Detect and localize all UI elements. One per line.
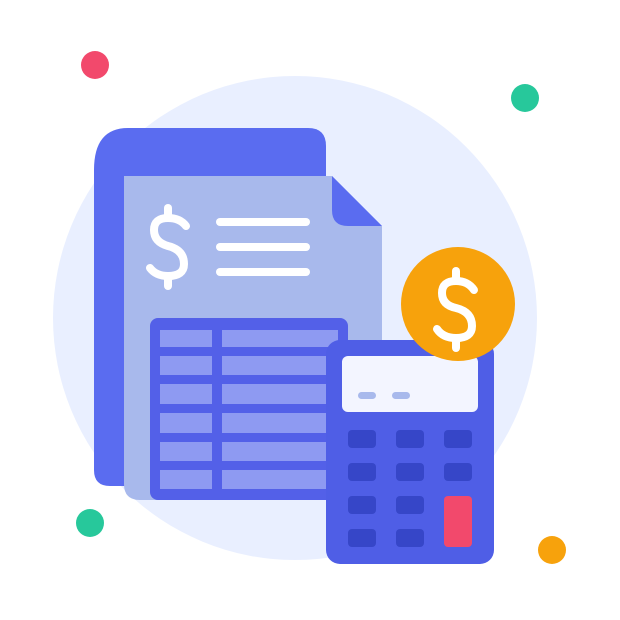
decor-dot-red <box>81 51 109 79</box>
calculator-accent-key <box>444 496 472 547</box>
decor-dot-green-bottom <box>76 509 104 537</box>
invoice-calculator-illustration <box>53 51 566 564</box>
decor-dot-orange <box>538 536 566 564</box>
table-grid-icon <box>150 318 348 500</box>
calculator-screen <box>342 356 478 412</box>
decor-dot-green-top <box>511 84 539 112</box>
coin-icon <box>401 247 515 361</box>
calculator-icon <box>326 340 494 564</box>
